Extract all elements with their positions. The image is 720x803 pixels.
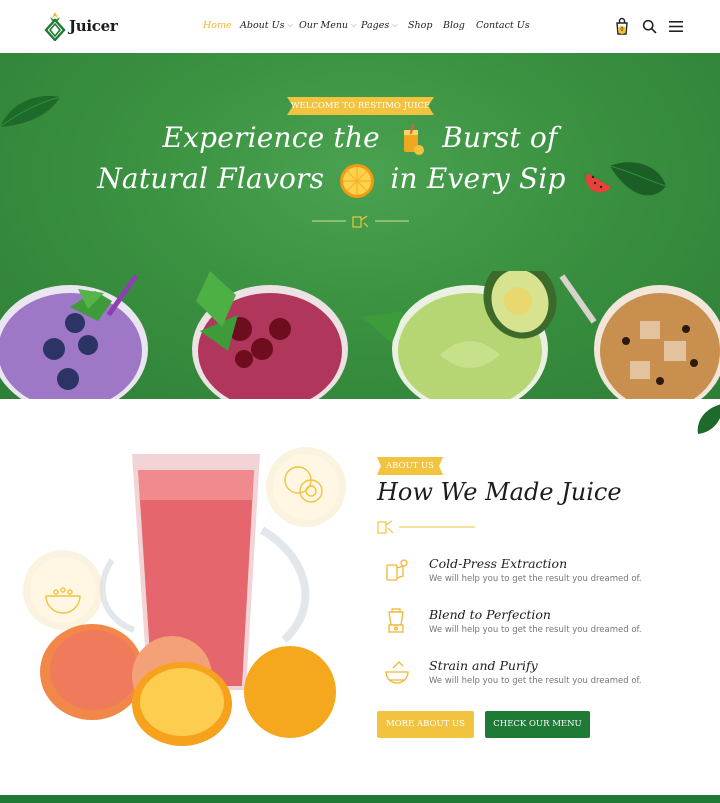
feature-blend: Blend to Perfection We will help you to … <box>383 607 642 635</box>
nav-shop-label: Shop <box>408 20 433 31</box>
feature-description: We will help you to get the result you d… <box>429 574 642 584</box>
footer-strip <box>0 795 720 803</box>
nav-item-about-us[interactable]: About Us ⌵ <box>240 20 299 31</box>
hero-headline-line1: Experience the Burst of <box>0 121 720 156</box>
strainer-icon <box>385 661 409 684</box>
nav-about-label: About Us <box>240 20 285 31</box>
more-about-us-button[interactable]: MORE ABOUT US <box>377 711 474 738</box>
pineapple-logo-icon <box>44 12 66 41</box>
chevron-down-icon: ⌵ <box>351 21 357 29</box>
site-header: Juicer Home About Us ⌵ Our Menu ⌵ Pages ⌵ S… <box>0 0 720 53</box>
juicer-icon <box>386 559 408 581</box>
feature-description: We will help you to get the result you d… <box>429 676 642 686</box>
cart-button[interactable]: 0 <box>614 17 630 35</box>
feature-description: We will help you to get the result you d… <box>429 625 642 635</box>
feature-strain: Strain and Purify We will help you to ge… <box>383 658 642 686</box>
nav-item-shop[interactable]: Shop <box>408 20 443 31</box>
chevron-down-icon: ⌵ <box>287 21 293 29</box>
leaf-decoration <box>697 404 720 434</box>
nav-blog-label: Blog <box>443 20 465 31</box>
nav-home-label: Home <box>203 20 232 31</box>
hero-welcome-badge: WELCOME TO RESTIMO JUICE <box>287 97 434 115</box>
about-divider <box>377 520 475 534</box>
hero-line1-end: Burst of <box>442 121 558 154</box>
header-icons: 0 <box>614 17 683 35</box>
watermelon-icon <box>584 170 613 193</box>
nav-item-blog[interactable]: Blog <box>443 20 476 31</box>
menu-icon[interactable] <box>669 20 683 33</box>
nav-item-contact-us[interactable]: Contact Us <box>476 20 530 31</box>
cart-count-badge: 0 <box>618 26 626 34</box>
hero-line1-start: Experience the <box>162 121 380 154</box>
hero-line2-end: in Every Sip <box>390 162 566 195</box>
hero-banner: WELCOME TO RESTIMO JUICE Experience the … <box>0 53 720 399</box>
nav-item-home[interactable]: Home <box>203 20 240 31</box>
feature-title: Blend to Perfection <box>429 607 551 622</box>
logo-text: Juicer <box>69 17 118 35</box>
nav-pages-label: Pages <box>361 20 390 31</box>
hero-line2-start: Natural Flavors <box>97 162 325 195</box>
juice-glass-image <box>23 447 346 746</box>
juice-glass-icon <box>404 123 425 155</box>
nav-item-pages[interactable]: Pages ⌵ <box>361 20 408 31</box>
feature-cold-press: Cold-Press Extraction We will help you t… <box>383 556 642 584</box>
feature-title: Cold-Press Extraction <box>429 556 568 571</box>
feature-title: Strain and Purify <box>429 658 538 673</box>
blender-icon <box>388 608 404 633</box>
orange-slice-icon <box>340 163 375 198</box>
hero-divider <box>312 215 409 228</box>
smoothie-glasses-image <box>0 271 720 399</box>
search-icon[interactable] <box>642 19 657 34</box>
chevron-down-icon: ⌵ <box>392 21 398 29</box>
logo[interactable]: Juicer <box>44 11 118 41</box>
about-tag: ABOUT US <box>377 457 443 475</box>
hero-headline-line2: Natural Flavors in Every Sip <box>0 162 720 199</box>
check-our-menu-button[interactable]: CHECK OUR MENU <box>485 711 590 738</box>
nav-contact-label: Contact Us <box>476 20 530 31</box>
nav-item-our-menu[interactable]: Our Menu ⌵ <box>299 20 361 31</box>
main-nav: Home About Us ⌵ Our Menu ⌵ Pages ⌵ Shop Blo… <box>203 20 530 31</box>
nav-menu-label: Our Menu <box>299 20 349 31</box>
about-title: How We Made Juice <box>377 478 622 506</box>
